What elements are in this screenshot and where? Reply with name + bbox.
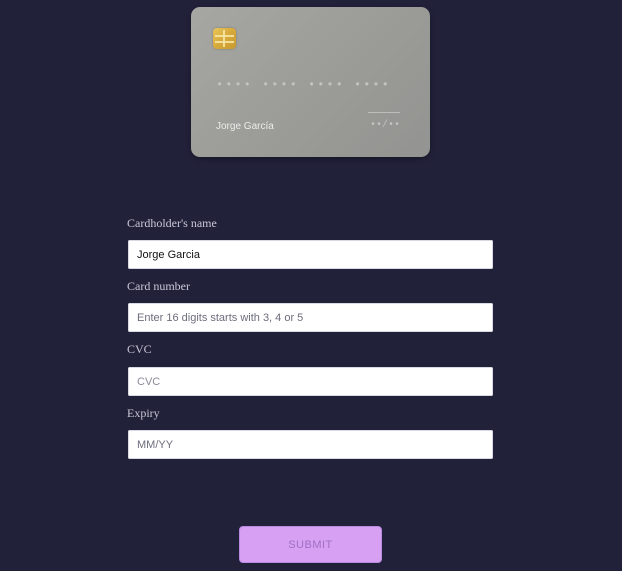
cvc-input[interactable] [128,367,493,396]
card-preview-holder: Jorge García [216,121,274,132]
chip-icon [213,28,236,49]
submit-button[interactable]: SUBMIT [239,526,382,563]
card-preview-expiry-area: ••/•• [368,110,400,134]
card-preview-expiry: ••/•• [369,120,400,131]
expiry-input[interactable] [128,430,493,459]
card-number-label: Card number [127,279,190,293]
credit-card-preview: •••• •••• •••• •••• Jorge García ••/•• [191,7,430,157]
payment-page: •••• •••• •••• •••• Jorge García ••/•• C… [0,0,622,571]
cvc-label: CVC [127,342,152,356]
cardholder-input[interactable] [128,240,493,269]
card-preview-number: •••• •••• •••• •••• [216,78,391,92]
cardholder-label: Cardholder's name [127,216,217,230]
card-preview-divider [368,112,400,113]
card-number-input[interactable] [128,303,493,332]
expiry-label: Expiry [127,406,160,420]
